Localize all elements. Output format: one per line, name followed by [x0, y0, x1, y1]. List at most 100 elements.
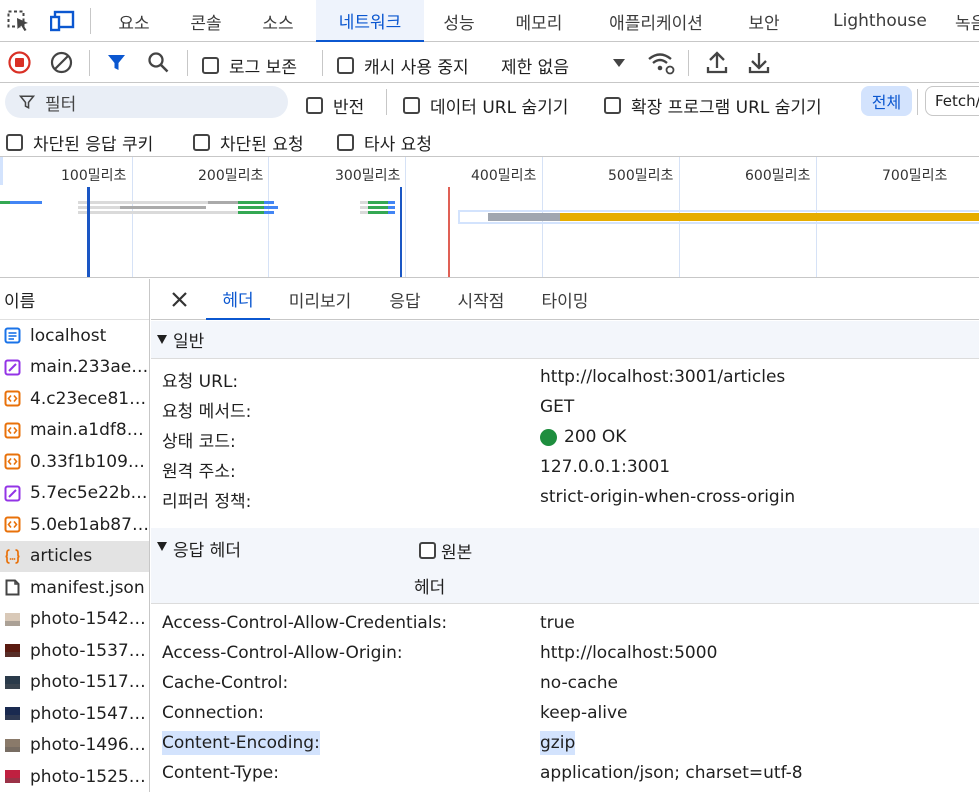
- disable-cache-label: 캐시 사용 중지: [364, 58, 469, 78]
- request-row[interactable]: articles: [0, 540, 149, 572]
- expanded-triangle-icon: [157, 542, 167, 551]
- tab-sources[interactable]: 소스: [247, 0, 309, 42]
- filter-fetch-xhr-button[interactable]: Fetch/XHR: [925, 86, 979, 116]
- timeline-tick: 100밀리초: [61, 168, 127, 184]
- response-header-value: keep-alive: [540, 703, 628, 723]
- element-picker-icon[interactable]: [7, 10, 31, 32]
- checkbox-box[interactable]: [604, 97, 621, 114]
- checkbox-box[interactable]: [306, 97, 323, 114]
- checkbox-box[interactable]: [193, 134, 210, 151]
- checkbox-box[interactable]: [6, 134, 23, 151]
- response-headers-section-header[interactable]: 응답 헤더 원본 헤더: [151, 528, 979, 604]
- disable-cache-checkbox[interactable]: 캐시 사용 중지: [337, 53, 469, 78]
- request-row[interactable]: photo-1517…: [0, 667, 149, 699]
- general-header-value: http://localhost:3001/articles: [540, 367, 786, 387]
- request-row[interactable]: main.233ae…: [0, 352, 149, 384]
- hide-extension-urls-label: 확장 프로그램 URL 숨기기: [631, 98, 822, 118]
- request-row[interactable]: 5.0eb1ab87.…: [0, 509, 149, 541]
- tab-security[interactable]: 보안: [734, 0, 794, 42]
- import-har-icon[interactable]: [706, 51, 728, 74]
- preserve-log-checkbox[interactable]: 로그 보존: [202, 53, 297, 78]
- waterfall-bar: [560, 213, 979, 221]
- response-header-key: Access-Control-Allow-Origin:: [162, 643, 403, 663]
- request-name: manifest.json: [30, 577, 145, 598]
- waterfall-bar: [120, 206, 206, 209]
- filter-input[interactable]: 필터: [5, 86, 288, 118]
- tab-performance[interactable]: 성능: [428, 0, 490, 42]
- checkbox-box[interactable]: [202, 57, 219, 74]
- filter-all-button[interactable]: 전체: [861, 86, 912, 116]
- checkbox-box[interactable]: [337, 134, 354, 151]
- tab-elements[interactable]: 요소: [103, 0, 165, 42]
- tab-console[interactable]: 콘솔: [175, 0, 237, 42]
- request-row[interactable]: localhost: [0, 320, 149, 352]
- request-row[interactable]: photo-1537…: [0, 635, 149, 667]
- checkbox-box[interactable]: [337, 57, 354, 74]
- request-row[interactable]: photo-1496…: [0, 730, 149, 762]
- tab-recorder[interactable]: 녹음: [955, 0, 979, 42]
- blocked-cookies-checkbox[interactable]: 차단된 응답 쿠키: [6, 130, 153, 155]
- tab-response[interactable]: 응답: [377, 279, 433, 320]
- status-ok-dot-icon: [540, 428, 557, 446]
- request-row[interactable]: manifest.json: [0, 572, 149, 604]
- stop-recording-icon[interactable]: [8, 51, 31, 74]
- image-thumb-icon: [4, 674, 21, 691]
- request-name: 5.0eb1ab87.…: [30, 514, 149, 535]
- request-row[interactable]: photo-1525…: [0, 761, 149, 792]
- timeline-tick: 700밀리초: [882, 168, 948, 184]
- request-row[interactable]: 0.33f1b109.…: [0, 446, 149, 478]
- export-har-icon[interactable]: [748, 51, 770, 74]
- request-name: photo-1542…: [30, 609, 146, 630]
- fetch-icon: [4, 548, 21, 565]
- search-icon[interactable]: [147, 51, 170, 74]
- timeline-tick: 600밀리초: [745, 168, 811, 184]
- tab-lighthouse[interactable]: Lighthouse: [822, 0, 938, 42]
- tab-headers[interactable]: 헤더: [206, 279, 270, 320]
- tab-memory[interactable]: 메모리: [500, 0, 578, 42]
- tab-initiator[interactable]: 시작점: [446, 279, 516, 320]
- general-header-value: GET: [540, 397, 575, 417]
- request-row[interactable]: photo-1547…: [0, 698, 149, 730]
- tab-timing[interactable]: 타이밍: [530, 279, 600, 320]
- tab-application[interactable]: 애플리케이션: [592, 0, 720, 42]
- image-thumb-icon: [4, 705, 21, 722]
- filter-bar: 필터 반전 데이터 URL 숨기기 확장 프로그램 URL 숨기기 전체 Fet…: [0, 83, 979, 121]
- throttling-select[interactable]: 제한 없음: [501, 53, 629, 78]
- image-thumb-icon: [4, 642, 21, 659]
- blocked-requests-checkbox[interactable]: 차단된 요청: [193, 130, 304, 155]
- invert-checkbox[interactable]: 반전: [306, 93, 364, 118]
- preserve-log-label: 로그 보존: [229, 58, 297, 78]
- response-header-value: true: [540, 613, 575, 633]
- third-party-checkbox[interactable]: 타사 요청: [337, 130, 432, 155]
- timeline-overview[interactable]: 100밀리초 200밀리초 300밀리초 400밀리초 500밀리초 600밀리…: [0, 157, 979, 278]
- waterfall-bar: [0, 201, 10, 204]
- general-header-key: 원격 주소:: [162, 462, 236, 482]
- request-row[interactable]: photo-1542…: [0, 604, 149, 636]
- checkbox-box[interactable]: [419, 542, 436, 559]
- close-icon[interactable]: [170, 290, 189, 309]
- device-toolbar-icon[interactable]: [49, 10, 76, 32]
- waterfall-bar: [388, 211, 395, 214]
- name-column-header[interactable]: 이름: [0, 279, 149, 320]
- raw-label: 원본: [441, 543, 473, 563]
- general-section-title: 일반: [173, 332, 205, 352]
- clear-icon[interactable]: [50, 51, 73, 74]
- waterfall-bar: [10, 201, 42, 204]
- request-name: photo-1537…: [30, 640, 146, 661]
- hide-extension-urls-checkbox[interactable]: 확장 프로그램 URL 숨기기: [604, 93, 822, 118]
- request-row[interactable]: 4.c23ece81.…: [0, 383, 149, 415]
- raw-headers-checkbox[interactable]: 원본: [419, 538, 472, 563]
- filter-funnel-icon[interactable]: [106, 52, 127, 73]
- tab-preview[interactable]: 미리보기: [277, 279, 363, 320]
- network-conditions-icon[interactable]: [647, 51, 675, 75]
- hide-data-urls-checkbox[interactable]: 데이터 URL 숨기기: [403, 93, 568, 118]
- waterfall-bar: [360, 211, 368, 214]
- checkbox-box[interactable]: [403, 97, 420, 114]
- general-section-header[interactable]: 일반: [151, 321, 979, 359]
- tab-network[interactable]: 네트워크: [316, 0, 424, 42]
- request-row[interactable]: 5.7ec5e22b.…: [0, 478, 149, 510]
- request-name: 4.c23ece81.…: [30, 388, 149, 409]
- general-header-value: strict-origin-when-cross-origin: [540, 487, 796, 507]
- general-header-key: 리퍼러 정책:: [162, 492, 252, 512]
- request-row[interactable]: main.a1df86…: [0, 415, 149, 447]
